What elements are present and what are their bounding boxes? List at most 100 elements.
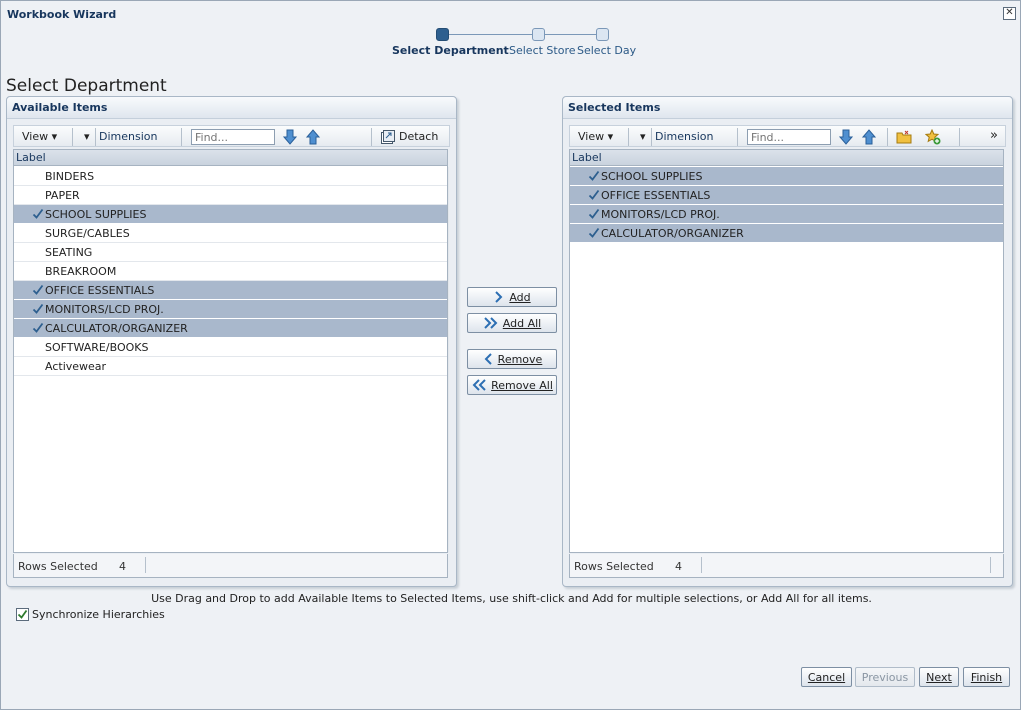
rows-selected-count: 4 (675, 560, 682, 573)
selected-items-header: Selected Items (563, 97, 1012, 119)
find-previous-up-arrow-icon[interactable] (305, 129, 321, 145)
table-row[interactable]: CALCULATOR/ORGANIZER (570, 224, 1003, 243)
train-connector-2 (544, 34, 596, 35)
remove-all-button[interactable]: Remove All (467, 375, 557, 395)
view-menu[interactable]: View ▾ (578, 130, 613, 143)
table-row[interactable]: OFFICE ESSENTIALS (570, 186, 1003, 205)
instruction-text: Use Drag and Drop to add Available Items… (151, 592, 872, 605)
detach-button[interactable]: Detach (399, 130, 438, 143)
train-label-select-department[interactable]: Select Department (392, 44, 509, 57)
workbook-wizard-dialog: Workbook Wizard ✕ Select Department Sele… (0, 0, 1021, 710)
column-header-label[interactable]: Label (14, 150, 447, 166)
available-items-title: Available Items (12, 101, 108, 114)
rows-selected-count: 4 (119, 560, 126, 573)
cancel-button[interactable]: Cancel (801, 667, 852, 687)
selected-items-panel: Selected Items View ▾ ▾ Dimension » Labe… (562, 96, 1013, 587)
synchronize-hierarchies-label[interactable]: Synchronize Hierarchies (32, 608, 165, 621)
checkmark-icon (32, 208, 44, 219)
synchronize-hierarchies-checkbox[interactable] (16, 608, 29, 621)
checkmark-icon (588, 189, 600, 200)
row-label: SEATING (45, 246, 93, 259)
checkmark-icon (588, 208, 600, 219)
available-items-table: Label BINDERS PAPER SCHOOL SUPPLIES SURGE/C… (13, 149, 449, 553)
find-next-down-arrow-icon[interactable] (282, 129, 298, 145)
table-row[interactable]: BREAKROOM (14, 262, 447, 281)
row-label: SCHOOL SUPPLIES (601, 170, 703, 183)
previous-button[interactable]: Previous (855, 667, 915, 687)
train-stop-select-department[interactable] (436, 28, 449, 41)
table-row[interactable]: MONITORS/LCD PROJ. (14, 300, 447, 319)
find-next-down-arrow-icon[interactable] (838, 129, 854, 145)
train-label-select-day[interactable]: Select Day (577, 44, 636, 57)
selected-status-bar: Rows Selected 4 (569, 554, 1004, 578)
table-row[interactable]: BINDERS (14, 167, 447, 186)
rows-selected-label: Rows Selected (18, 560, 98, 573)
double-chevron-left-icon (472, 379, 486, 391)
row-label: Activewear (45, 360, 107, 373)
available-toolbar: View ▾ ▾ Dimension Detach (13, 125, 450, 147)
chevron-down-icon: ▾ (607, 130, 614, 143)
table-row[interactable]: SCHOOL SUPPLIES (570, 167, 1003, 186)
table-row[interactable]: Activewear (14, 357, 447, 376)
rows-selected-label: Rows Selected (574, 560, 654, 573)
row-label: SOFTWARE/BOOKS (45, 341, 149, 354)
view-menu[interactable]: View ▾ (22, 130, 57, 143)
row-label: BREAKROOM (45, 265, 117, 278)
table-row[interactable]: SURGE/CABLES (14, 224, 447, 243)
table-row[interactable]: SCHOOL SUPPLIES (14, 205, 447, 224)
row-label: CALCULATOR/ORGANIZER (601, 227, 744, 240)
table-row[interactable]: SEATING (14, 243, 447, 262)
row-label: SURGE/CABLES (45, 227, 130, 240)
favorite-star-add-icon[interactable] (925, 129, 941, 145)
find-previous-up-arrow-icon[interactable] (861, 129, 877, 145)
available-items-header: Available Items (7, 97, 456, 119)
checkmark-icon (588, 170, 600, 181)
checkmark-icon (32, 284, 44, 295)
checkmark-icon (32, 322, 44, 333)
add-all-button[interactable]: Add All (467, 313, 557, 333)
available-items-panel: Available Items View ▾ ▾ Dimension Detac… (6, 96, 457, 587)
table-row[interactable]: CALCULATOR/ORGANIZER (14, 319, 447, 338)
table-row[interactable]: OFFICE ESSENTIALS (14, 281, 447, 300)
row-label: CALCULATOR/ORGANIZER (45, 322, 188, 335)
add-button[interactable]: Add (467, 287, 557, 307)
double-chevron-right-icon (484, 317, 498, 329)
table-row[interactable]: SOFTWARE/BOOKS (14, 338, 447, 357)
remove-button[interactable]: Remove (467, 349, 557, 369)
train-stop-select-store[interactable] (532, 28, 545, 41)
checkmark-icon (32, 303, 44, 314)
chevron-right-icon (495, 291, 503, 303)
dimension-dropdown-icon[interactable]: ▾ (84, 130, 90, 143)
train-stop-select-day[interactable] (596, 28, 609, 41)
chevron-down-icon: ▾ (51, 130, 58, 143)
dimension-button[interactable]: Dimension (655, 130, 713, 143)
selected-items-title: Selected Items (568, 101, 661, 114)
dialog-title: Workbook Wizard (7, 8, 117, 21)
train-label-select-store[interactable]: Select Store (509, 44, 576, 57)
train-connector-1 (448, 34, 532, 35)
selected-items-table: Label SCHOOL SUPPLIES OFFICE ESSENTIALS MO… (569, 149, 1004, 553)
table-row[interactable]: PAPER (14, 186, 447, 205)
row-label: OFFICE ESSENTIALS (601, 189, 711, 202)
row-label: OFFICE ESSENTIALS (45, 284, 155, 297)
dimension-button[interactable]: Dimension (99, 130, 157, 143)
column-header-label[interactable]: Label (570, 150, 1003, 166)
row-label: BINDERS (45, 170, 95, 183)
page-title: Select Department (6, 76, 167, 96)
checkmark-icon (17, 609, 28, 619)
finish-button[interactable]: Finish (963, 667, 1010, 687)
row-label: PAPER (45, 189, 80, 202)
selected-find-input[interactable] (747, 129, 831, 145)
available-find-input[interactable] (191, 129, 275, 145)
next-button[interactable]: Next (919, 667, 959, 687)
table-row[interactable]: MONITORS/LCD PROJ. (570, 205, 1003, 224)
chevron-left-icon (484, 353, 492, 365)
detach-icon[interactable] (380, 129, 396, 145)
row-label: MONITORS/LCD PROJ. (601, 208, 720, 221)
available-status-bar: Rows Selected 4 (13, 554, 448, 578)
more-overflow-icon[interactable]: » (990, 128, 998, 143)
row-label: MONITORS/LCD PROJ. (45, 303, 164, 316)
open-folder-icon[interactable] (896, 129, 912, 145)
dimension-dropdown-icon[interactable]: ▾ (640, 130, 646, 143)
close-icon[interactable]: ✕ (1003, 7, 1016, 20)
